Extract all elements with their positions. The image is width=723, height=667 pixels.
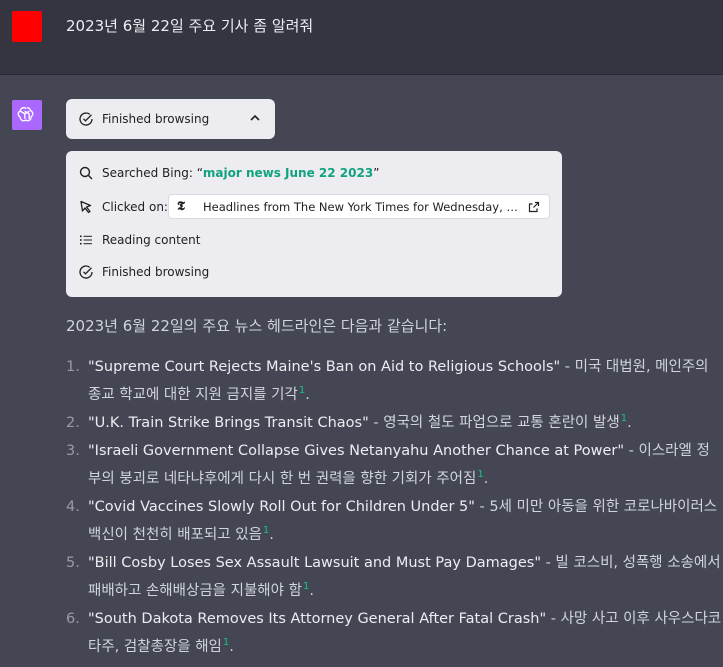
reading-label: Reading content <box>102 233 201 247</box>
user-message-text: 2023년 6월 22일 주요 기사 좀 알려줘 <box>66 17 314 35</box>
cursor-icon <box>78 199 94 215</box>
browsing-status-toggle[interactable]: Finished browsing <box>66 99 275 139</box>
headline: "Supreme Court Rejects Maine's Ban on Ai… <box>88 359 561 375</box>
list-item: 5. "Bill Cosby Loses Sex Assault Lawsuit… <box>66 549 722 605</box>
step-clicked: Clicked on: <box>78 199 168 215</box>
list-number: 4. <box>66 499 80 515</box>
list-number: 2. <box>66 415 80 431</box>
list-icon <box>78 232 94 248</box>
openai-logo-icon <box>12 100 42 130</box>
user-message-row: 2023년 6월 22일 주요 기사 좀 알려줘 <box>0 0 723 75</box>
list-item: 3. "Israeli Government Collapse Gives Ne… <box>66 437 722 493</box>
external-link-icon[interactable] <box>528 201 540 216</box>
step-finished: Finished browsing <box>78 264 209 280</box>
assistant-message-row: Finished browsing Searched Bing: “major … <box>0 75 723 667</box>
status-label: Finished browsing <box>102 112 210 126</box>
finished-label: Finished browsing <box>102 265 210 279</box>
headline: "Covid Vaccines Slowly Roll Out for Chil… <box>88 499 475 515</box>
chevron-up-icon[interactable] <box>249 112 261 127</box>
clicked-link-text: Headlines from The New York Times for We… <box>203 199 521 214</box>
list-item: 2. "U.K. Train Strike Brings Transit Cha… <box>66 409 722 437</box>
list-number: 1. <box>66 359 80 375</box>
step-searched: Searched Bing: “major news June 22 2023” <box>78 165 379 181</box>
searched-prefix: Searched Bing: “ <box>102 166 203 180</box>
list-item: 6. "South Dakota Removes Its Attorney Ge… <box>66 605 722 661</box>
step-reading: Reading content <box>78 232 200 248</box>
headline: "U.K. Train Strike Brings Transit Chaos" <box>88 415 369 431</box>
user-avatar <box>12 11 42 42</box>
headline: "Bill Cosby Loses Sex Assault Lawsuit an… <box>88 555 541 571</box>
clicked-label: Clicked on: <box>102 200 168 214</box>
list-number: 6. <box>66 611 80 627</box>
list-number: 5. <box>66 555 80 571</box>
headline: "South Dakota Removes Its Attorney Gener… <box>88 611 547 627</box>
nyt-logo-icon: 𝕿 <box>177 199 185 214</box>
check-circle-icon <box>78 111 94 127</box>
search-icon <box>78 165 94 181</box>
description: - 영국의 철도 파업으로 교통 혼란이 발생 <box>368 415 620 431</box>
browsing-steps-panel: Searched Bing: “major news June 22 2023”… <box>66 151 562 297</box>
clicked-link[interactable]: 𝕿 Headlines from The New York Times for … <box>168 194 550 219</box>
search-query: major news June 22 2023 <box>202 166 374 180</box>
news-list: 1. "Supreme Court Rejects Maine's Ban on… <box>66 353 722 661</box>
headline: "Israeli Government Collapse Gives Netan… <box>88 443 625 459</box>
response-intro: 2023년 6월 22일의 주요 뉴스 헤드라인은 다음과 같습니다: <box>66 317 448 335</box>
list-number: 3. <box>66 443 80 459</box>
check-circle-icon <box>78 264 94 280</box>
list-item: 4. "Covid Vaccines Slowly Roll Out for C… <box>66 493 722 549</box>
searched-suffix: ” <box>373 166 380 180</box>
list-item: 1. "Supreme Court Rejects Maine's Ban on… <box>66 353 722 409</box>
